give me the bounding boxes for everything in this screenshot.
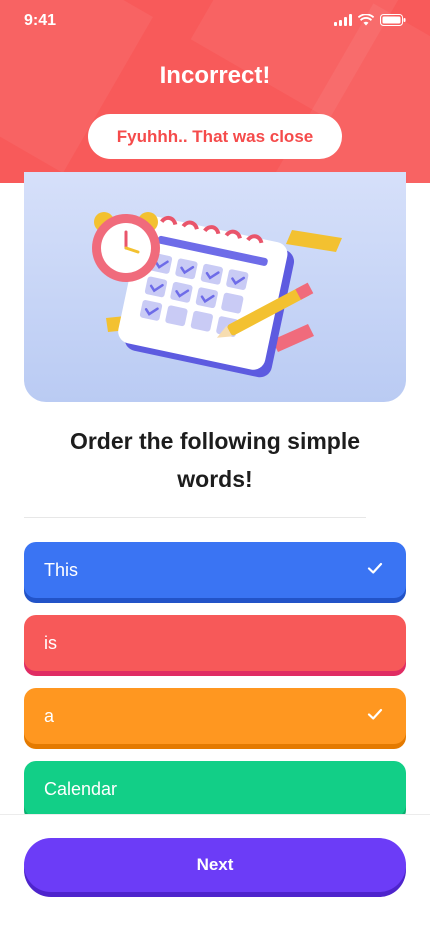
word-option-label: is [44,632,57,653]
word-option-calendar[interactable]: Calendar [24,761,406,817]
wifi-icon [358,14,374,26]
feedback-text: Fyuhhh.. That was close [116,126,314,146]
result-header: 9:41 Incorrect! Fyuhhh.. That was close [0,0,430,183]
word-option-is[interactable]: is [24,615,406,671]
status-icons [334,14,406,26]
word-option-label: a [44,705,55,726]
check-icon [367,708,383,720]
feedback-badge: Fyuhhh.. That was close [88,114,342,159]
word-option-a[interactable]: a [24,688,406,744]
word-option-this[interactable]: This [24,542,406,598]
word-option-label: This [44,559,79,580]
word-option-label: Calendar [44,778,118,799]
question-illustration [24,172,406,402]
calendar-illustration [92,212,342,378]
status-time: 9:41 [24,12,57,29]
next-button[interactable]: Next [24,838,406,892]
divider [24,517,366,518]
next-button-label: Next [196,855,234,874]
result-title: Incorrect! [159,62,271,89]
signal-icon [334,14,352,26]
battery-icon [380,14,406,26]
status-bar: 9:41 [0,0,430,44]
question-text: Order the following simple words! [69,428,361,492]
check-icon [367,562,383,574]
